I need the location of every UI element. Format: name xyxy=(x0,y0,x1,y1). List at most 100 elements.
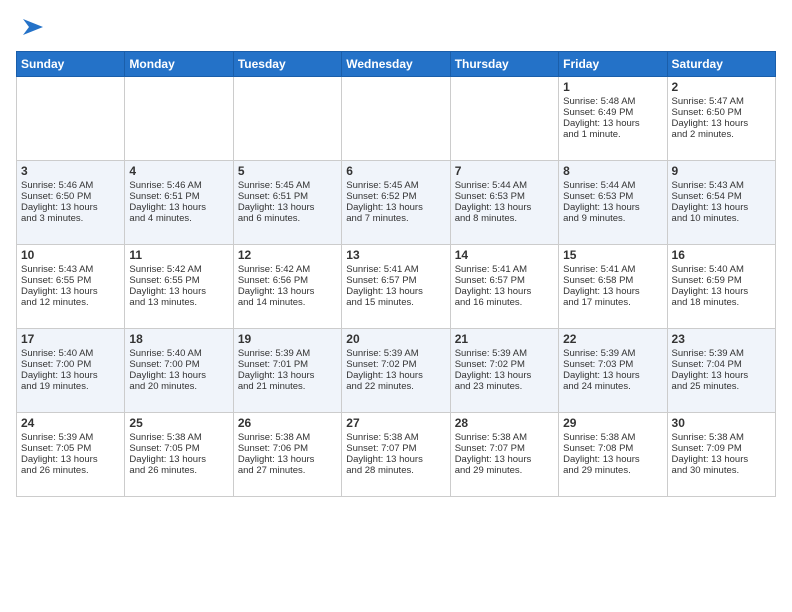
calendar-cell: 7Sunrise: 5:44 AMSunset: 6:53 PMDaylight… xyxy=(450,160,558,244)
calendar-cell: 29Sunrise: 5:38 AMSunset: 7:08 PMDayligh… xyxy=(559,412,667,496)
calendar-week-3: 17Sunrise: 5:40 AMSunset: 7:00 PMDayligh… xyxy=(17,328,776,412)
day-info: and 7 minutes. xyxy=(346,213,445,224)
day-info: and 29 minutes. xyxy=(563,465,662,476)
day-info: Sunset: 6:51 PM xyxy=(238,191,337,202)
logo xyxy=(16,12,47,41)
calendar-cell: 17Sunrise: 5:40 AMSunset: 7:00 PMDayligh… xyxy=(17,328,125,412)
day-number: 2 xyxy=(672,80,771,94)
day-info: and 26 minutes. xyxy=(21,465,120,476)
calendar-cell: 30Sunrise: 5:38 AMSunset: 7:09 PMDayligh… xyxy=(667,412,775,496)
calendar-cell: 6Sunrise: 5:45 AMSunset: 6:52 PMDaylight… xyxy=(342,160,450,244)
day-info: and 24 minutes. xyxy=(563,381,662,392)
day-number: 7 xyxy=(455,164,554,178)
day-info: Sunset: 6:57 PM xyxy=(455,275,554,286)
day-info: Daylight: 13 hours xyxy=(346,370,445,381)
day-number: 27 xyxy=(346,416,445,430)
day-info: Sunrise: 5:38 AM xyxy=(346,432,445,443)
day-info: Daylight: 13 hours xyxy=(455,370,554,381)
calendar-cell: 19Sunrise: 5:39 AMSunset: 7:01 PMDayligh… xyxy=(233,328,341,412)
day-info: Sunset: 6:55 PM xyxy=(21,275,120,286)
calendar-table: Sunday Monday Tuesday Wednesday Thursday… xyxy=(16,51,776,497)
calendar-cell: 23Sunrise: 5:39 AMSunset: 7:04 PMDayligh… xyxy=(667,328,775,412)
day-info: Sunset: 7:06 PM xyxy=(238,443,337,454)
day-info: Sunset: 6:56 PM xyxy=(238,275,337,286)
day-info: Daylight: 13 hours xyxy=(346,202,445,213)
calendar-cell: 20Sunrise: 5:39 AMSunset: 7:02 PMDayligh… xyxy=(342,328,450,412)
day-number: 9 xyxy=(672,164,771,178)
day-info: and 3 minutes. xyxy=(21,213,120,224)
day-info: Sunrise: 5:44 AM xyxy=(563,180,662,191)
day-number: 3 xyxy=(21,164,120,178)
day-info: Daylight: 13 hours xyxy=(563,370,662,381)
calendar-cell: 5Sunrise: 5:45 AMSunset: 6:51 PMDaylight… xyxy=(233,160,341,244)
day-info: and 17 minutes. xyxy=(563,297,662,308)
calendar-cell: 25Sunrise: 5:38 AMSunset: 7:05 PMDayligh… xyxy=(125,412,233,496)
day-info: Sunrise: 5:39 AM xyxy=(21,432,120,443)
page: Sunday Monday Tuesday Wednesday Thursday… xyxy=(0,0,792,507)
day-info: Daylight: 13 hours xyxy=(672,118,771,129)
calendar-cell: 9Sunrise: 5:43 AMSunset: 6:54 PMDaylight… xyxy=(667,160,775,244)
day-info: Sunrise: 5:42 AM xyxy=(238,264,337,275)
day-info: Sunrise: 5:38 AM xyxy=(238,432,337,443)
day-info: and 20 minutes. xyxy=(129,381,228,392)
day-number: 15 xyxy=(563,248,662,262)
day-info: and 10 minutes. xyxy=(672,213,771,224)
calendar-cell: 10Sunrise: 5:43 AMSunset: 6:55 PMDayligh… xyxy=(17,244,125,328)
day-info: Daylight: 13 hours xyxy=(346,454,445,465)
calendar-cell: 13Sunrise: 5:41 AMSunset: 6:57 PMDayligh… xyxy=(342,244,450,328)
day-info: Daylight: 13 hours xyxy=(455,454,554,465)
day-info: Sunrise: 5:39 AM xyxy=(238,348,337,359)
day-info: and 2 minutes. xyxy=(672,129,771,140)
day-info: and 29 minutes. xyxy=(455,465,554,476)
day-info: Sunrise: 5:43 AM xyxy=(21,264,120,275)
calendar-body: 1Sunrise: 5:48 AMSunset: 6:49 PMDaylight… xyxy=(17,76,776,496)
calendar-cell xyxy=(125,76,233,160)
day-number: 30 xyxy=(672,416,771,430)
day-info: Sunset: 7:09 PM xyxy=(672,443,771,454)
day-info: Sunset: 7:07 PM xyxy=(455,443,554,454)
day-info: Sunset: 7:05 PM xyxy=(129,443,228,454)
day-number: 23 xyxy=(672,332,771,346)
col-thursday: Thursday xyxy=(450,51,558,76)
day-info: Daylight: 13 hours xyxy=(563,202,662,213)
calendar-cell xyxy=(233,76,341,160)
day-info: Daylight: 13 hours xyxy=(346,286,445,297)
calendar-week-4: 24Sunrise: 5:39 AMSunset: 7:05 PMDayligh… xyxy=(17,412,776,496)
day-info: Sunset: 7:04 PM xyxy=(672,359,771,370)
day-info: and 21 minutes. xyxy=(238,381,337,392)
calendar-header: Sunday Monday Tuesday Wednesday Thursday… xyxy=(17,51,776,76)
day-info: Sunset: 7:07 PM xyxy=(346,443,445,454)
day-info: and 1 minute. xyxy=(563,129,662,140)
day-info: Daylight: 13 hours xyxy=(21,286,120,297)
calendar-cell: 18Sunrise: 5:40 AMSunset: 7:00 PMDayligh… xyxy=(125,328,233,412)
calendar-week-1: 3Sunrise: 5:46 AMSunset: 6:50 PMDaylight… xyxy=(17,160,776,244)
calendar-cell: 1Sunrise: 5:48 AMSunset: 6:49 PMDaylight… xyxy=(559,76,667,160)
calendar-cell: 27 Sunrise: 5:38 AMSunset: 7:07 PMDayligh… xyxy=(342,412,450,496)
calendar-cell: 28Sunrise: 5:38 AMSunset: 7:07 PMDayligh… xyxy=(450,412,558,496)
day-info: Daylight: 13 hours xyxy=(455,286,554,297)
calendar-cell: 3 Sunrise: 5:46 AMSunset: 6:50 PMDaylight… xyxy=(17,160,125,244)
day-info: Sunrise: 5:46 AM xyxy=(21,180,120,191)
day-number: 1 xyxy=(563,80,662,94)
day-info: Sunrise: 5:39 AM xyxy=(346,348,445,359)
day-info: Sunset: 6:59 PM xyxy=(672,275,771,286)
day-info: and 27 minutes. xyxy=(238,465,337,476)
calendar-cell: 14Sunrise: 5:41 AMSunset: 6:57 PMDayligh… xyxy=(450,244,558,328)
calendar-week-0: 1Sunrise: 5:48 AMSunset: 6:49 PMDaylight… xyxy=(17,76,776,160)
calendar-cell: 15Sunrise: 5:41 AMSunset: 6:58 PMDayligh… xyxy=(559,244,667,328)
day-info: Daylight: 13 hours xyxy=(21,370,120,381)
day-number: 13 xyxy=(346,248,445,262)
day-info: and 4 minutes. xyxy=(129,213,228,224)
day-info: Sunrise: 5:41 AM xyxy=(455,264,554,275)
day-info: Daylight: 13 hours xyxy=(672,454,771,465)
day-info: Daylight: 13 hours xyxy=(238,286,337,297)
day-info: Sunrise: 5:39 AM xyxy=(455,348,554,359)
day-info: and 28 minutes. xyxy=(346,465,445,476)
day-number: 22 xyxy=(563,332,662,346)
calendar-cell: 2Sunrise: 5:47 AMSunset: 6:50 PMDaylight… xyxy=(667,76,775,160)
day-info: Sunset: 6:50 PM xyxy=(21,191,120,202)
day-info: Daylight: 13 hours xyxy=(672,202,771,213)
day-info: Daylight: 13 hours xyxy=(21,202,120,213)
col-sunday: Sunday xyxy=(17,51,125,76)
calendar-cell: 8Sunrise: 5:44 AMSunset: 6:53 PMDaylight… xyxy=(559,160,667,244)
